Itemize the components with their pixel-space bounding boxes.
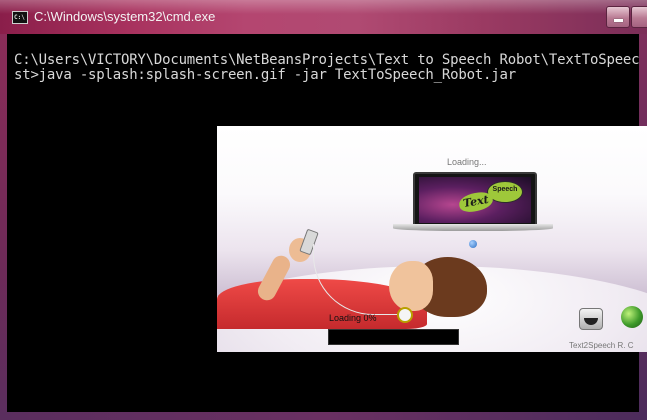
progress-label: Loading 0% (329, 313, 377, 323)
window-frame-bottom (0, 412, 647, 420)
laptop-display: Speech Text (419, 177, 531, 223)
earbud-icon (397, 307, 413, 323)
progress-bar (328, 329, 459, 345)
laptop-base (393, 224, 553, 231)
splash-footer-text: Text2Speech R. C (569, 341, 634, 350)
maximize-button[interactable] (631, 6, 647, 28)
window-frame-left (0, 34, 7, 420)
globe-icon (621, 306, 643, 328)
splash-screen: Loading... Speech Text Loading 0% Text2S… (217, 126, 647, 352)
console-line-path: C:\Users\VICTORY\Documents\NetBeansProje… (14, 52, 639, 68)
logo-text-bubble: Text (457, 190, 495, 214)
speaker-icon (579, 308, 603, 330)
window-title: C:\Windows\system32\cmd.exe (34, 9, 216, 24)
laptop-illustration: Speech Text (413, 172, 537, 228)
splash-loading-text: Loading... (447, 157, 487, 167)
cmd-prompt-icon[interactable]: C:\ (12, 11, 28, 24)
title-bar[interactable]: C:\ C:\Windows\system32\cmd.exe (0, 0, 647, 34)
console-line-command: st>java -splash:splash-screen.gif -jar T… (14, 67, 516, 83)
minimize-button[interactable] (606, 6, 630, 28)
blue-dot-icon (469, 240, 477, 248)
